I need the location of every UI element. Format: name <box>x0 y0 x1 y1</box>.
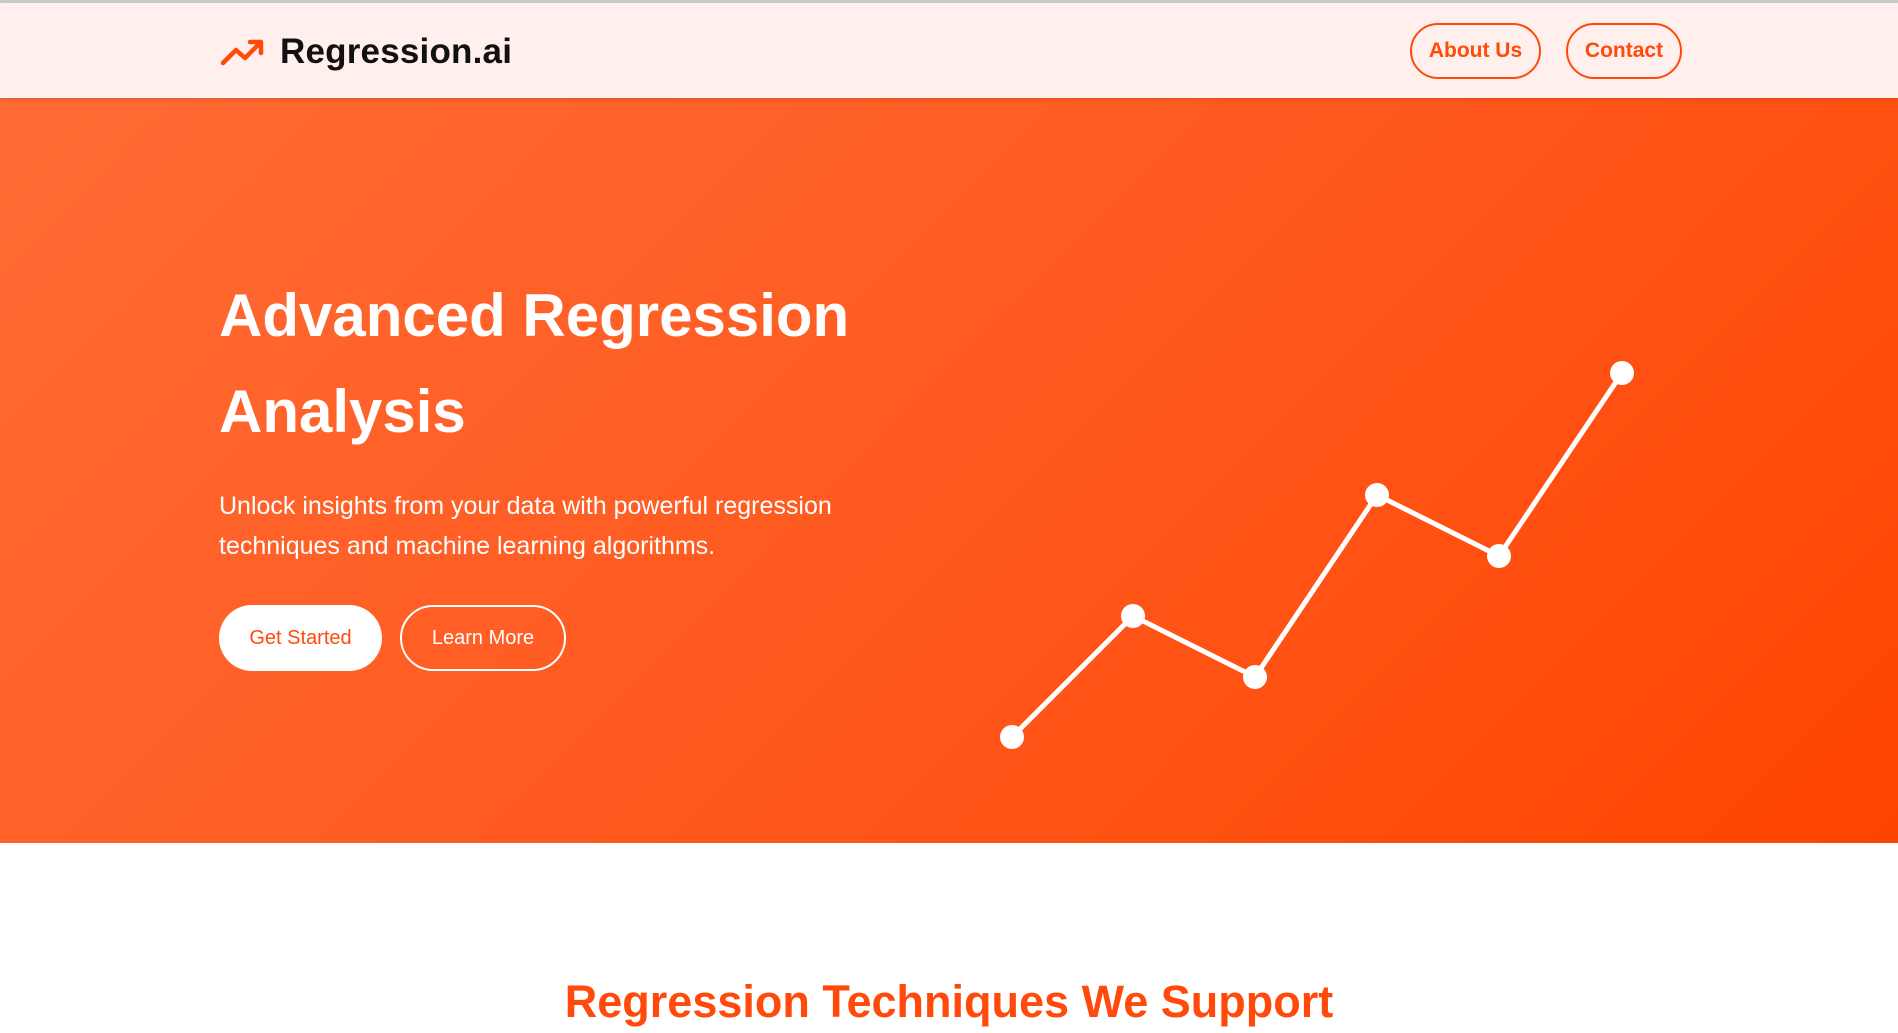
brand-name: Regression.ai <box>280 32 513 71</box>
graph-point <box>1243 665 1267 689</box>
contact-button[interactable]: Contact <box>1566 23 1682 79</box>
graph-point <box>1000 725 1024 749</box>
trending-up-icon <box>220 39 264 66</box>
hero-section: Advanced Regression Analysis Unlock insi… <box>0 98 1898 843</box>
about-us-button[interactable]: About Us <box>1410 23 1541 79</box>
graph-point <box>1121 604 1145 628</box>
graph-line <box>1009 370 1625 740</box>
graph-point <box>1365 483 1389 507</box>
graph-point <box>1610 361 1634 385</box>
navbar: Regression.ai About Us Contact <box>0 3 1898 98</box>
learn-more-button[interactable]: Learn More <box>400 605 566 671</box>
get-started-button[interactable]: Get Started <box>219 605 382 671</box>
hero-title: Advanced Regression Analysis <box>219 282 850 445</box>
graph-point <box>1487 544 1511 568</box>
techniques-heading: Regression Techniques We Support <box>564 976 1334 1027</box>
hero-subtitle: Unlock insights from your data with powe… <box>219 492 832 560</box>
line-graph-illustration <box>1000 361 1634 749</box>
brand-logo[interactable]: Regression.ai <box>220 31 512 73</box>
